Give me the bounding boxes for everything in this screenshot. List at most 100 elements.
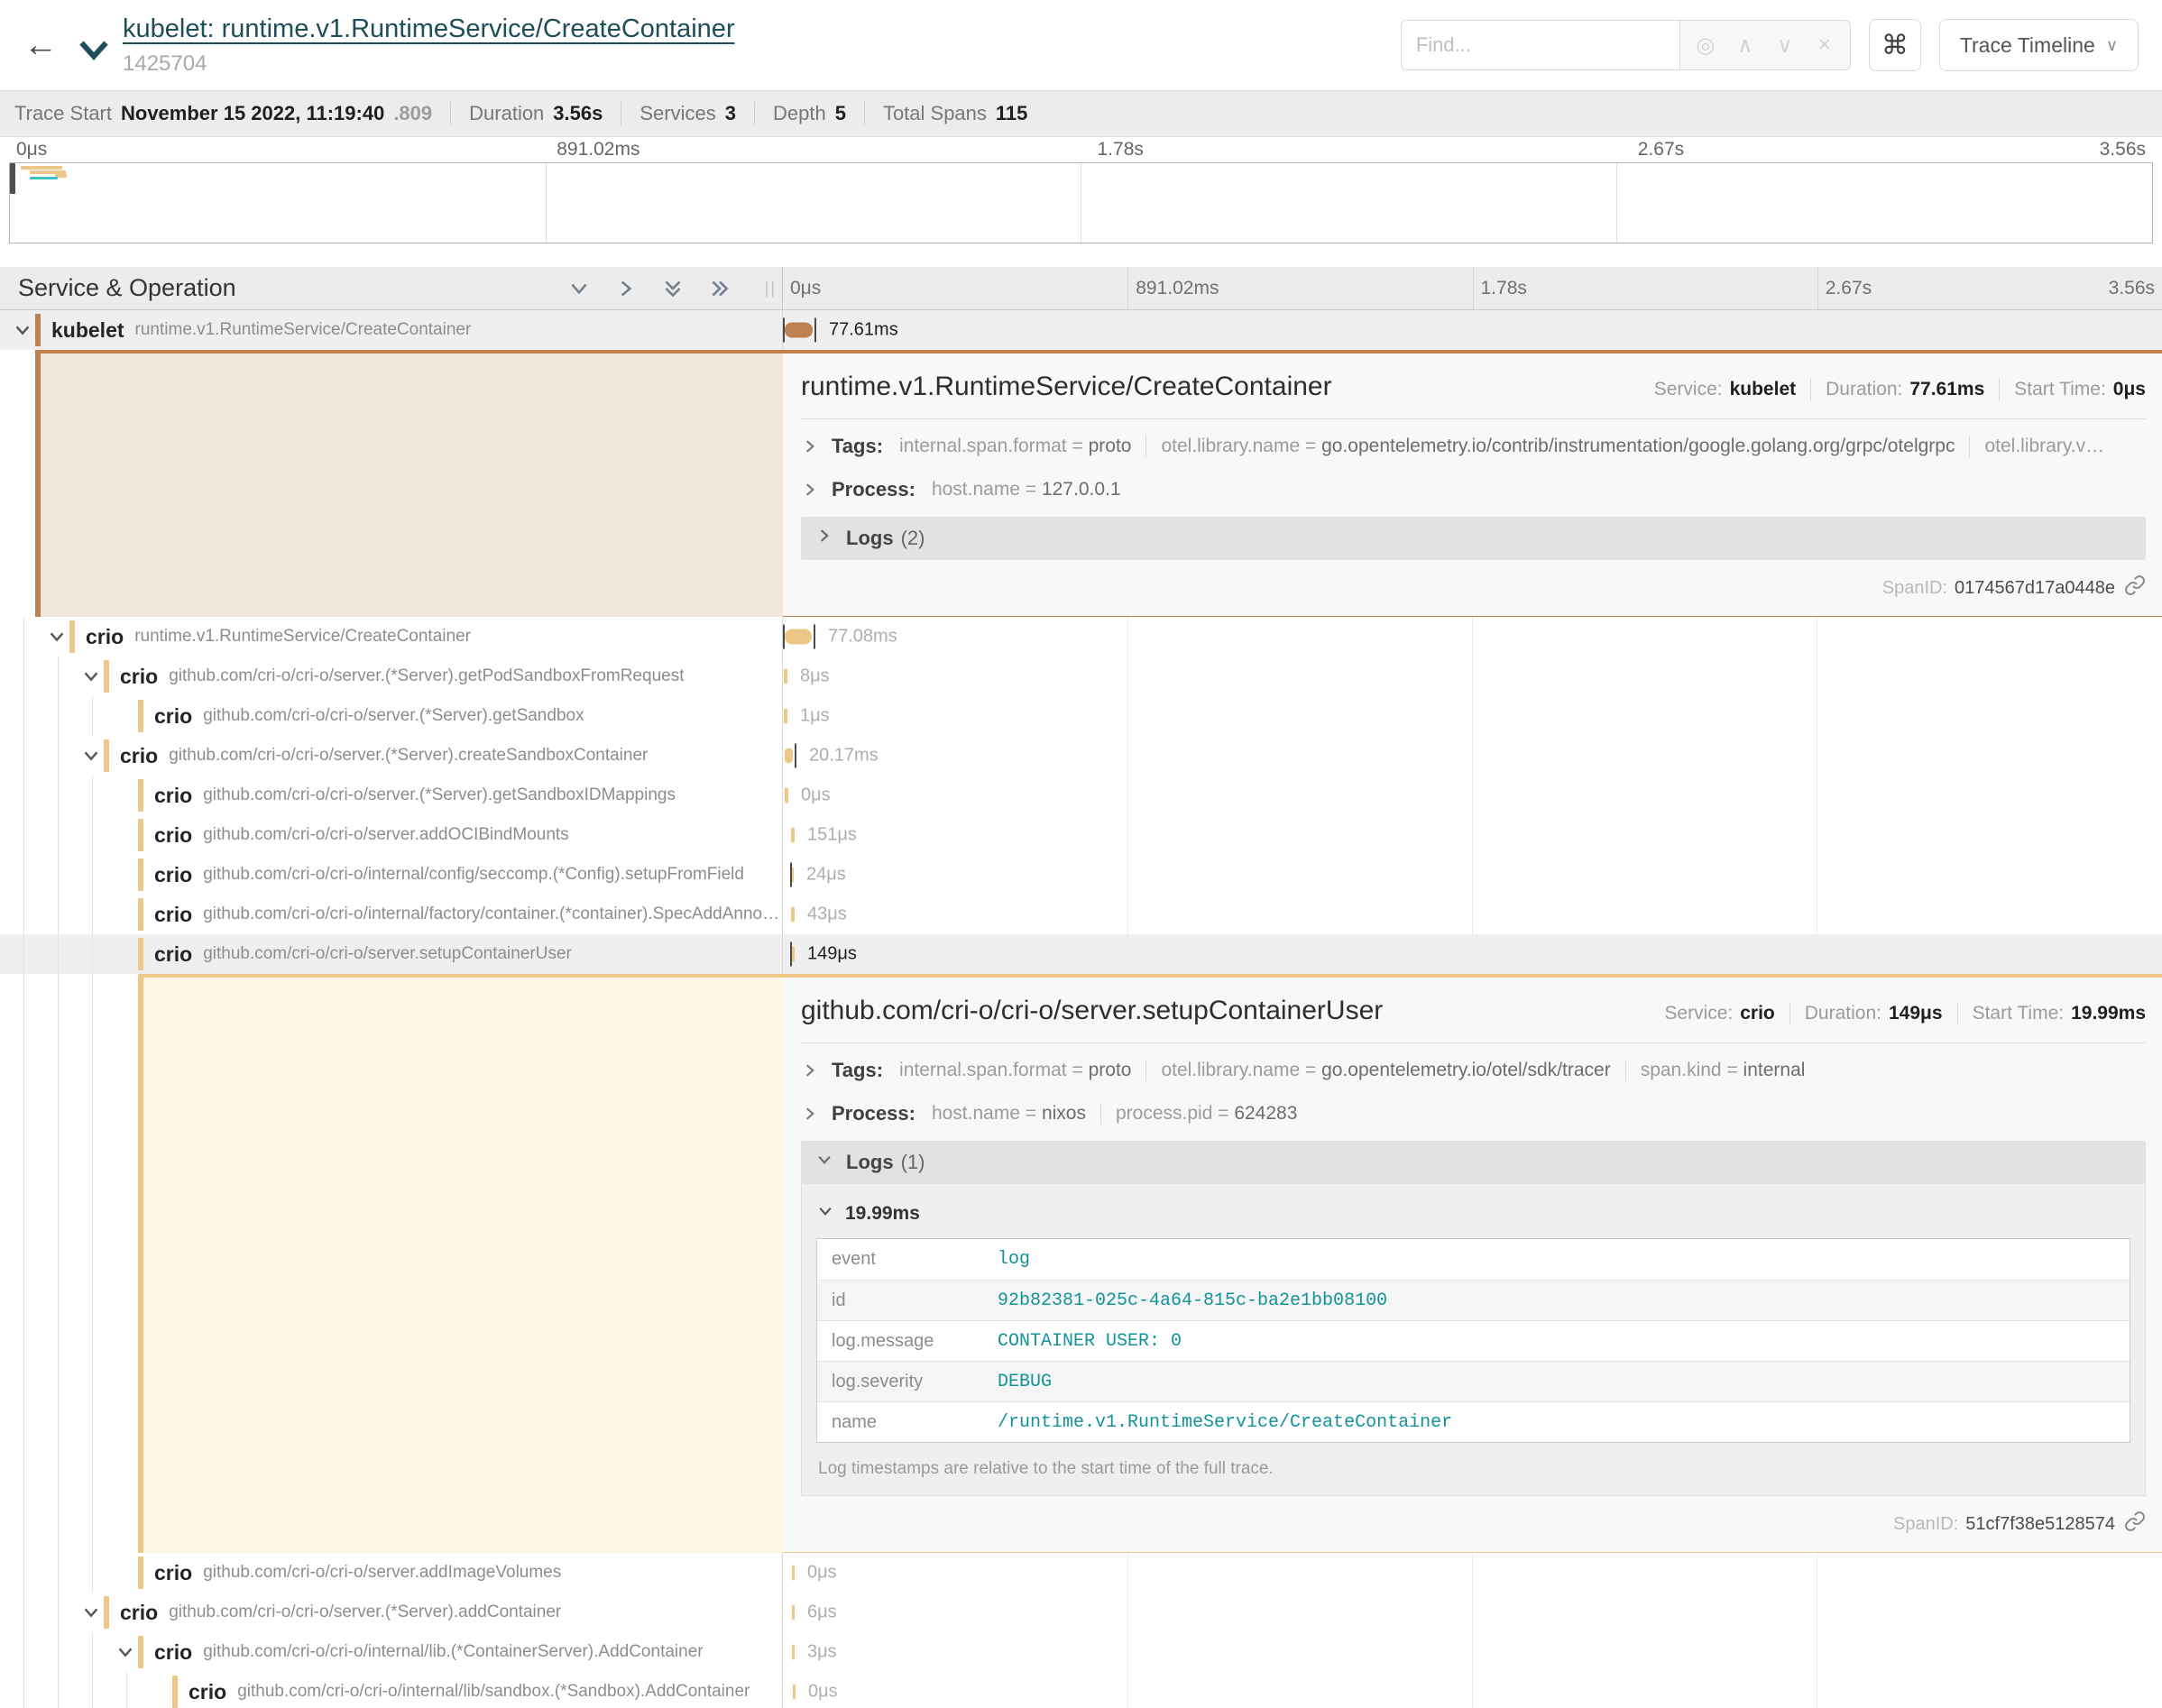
span-duration-bar[interactable] [784,709,787,724]
detail-operation-title: github.com/cri-o/cri-o/server.setupConta… [801,996,1664,1026]
collapse-all-button[interactable] [661,277,685,300]
span-timeline-cell[interactable]: 6μs [783,1593,2162,1632]
keyboard-shortcuts-button[interactable]: ⌘ [1869,19,1921,71]
span-timeline-cell[interactable]: 0μs [783,1553,2162,1593]
collapse-children-chevron-icon[interactable] [81,657,104,696]
column-resizer-handle[interactable]: || [765,279,777,298]
span-row[interactable]: criogithub.com/cri-o/cri-o/server.(*Serv… [0,776,2162,815]
span-name-cell: criogithub.com/cri-o/cri-o/internal/conf… [0,855,783,895]
span-row[interactable]: criogithub.com/cri-o/cri-o/internal/lib/… [0,1672,2162,1708]
log-entry-header[interactable]: 19.99ms [816,1202,2130,1226]
span-duration-bar[interactable] [785,748,793,764]
span-duration-bar[interactable] [785,323,813,338]
deep-link-icon[interactable] [2115,1511,2146,1538]
logs-body: 19.99mseventlogid92b82381-025c-4a64-815c… [801,1184,2146,1496]
span-row[interactable]: kubeletruntime.v1.RuntimeService/CreateC… [0,310,2162,350]
span-operation-name: github.com/cri-o/cri-o/server.(*Server).… [169,746,648,766]
span-row[interactable]: criogithub.com/cri-o/cri-o/internal/conf… [0,855,2162,895]
tag-pair: span.kind = internal [1641,1060,1806,1081]
span-row[interactable]: criogithub.com/cri-o/cri-o/internal/lib.… [0,1632,2162,1672]
span-id-label: SpanID: [1893,1514,1958,1535]
span-detail-panel: runtime.v1.RuntimeService/CreateContaine… [783,350,2162,617]
back-button[interactable]: ← [16,21,65,69]
tags-accordion[interactable]: Tags:internal.span.format = protootel.li… [801,1049,2146,1092]
span-duration-bar[interactable] [785,788,788,803]
process-accordion[interactable]: Process:host.name = nixosprocess.pid = 6… [801,1092,2146,1135]
collapse-children-chevron-icon[interactable] [115,1632,138,1672]
span-timeline-cell[interactable]: 0μs [783,1672,2162,1708]
collapse-children-chevron-icon[interactable] [13,310,35,350]
span-row[interactable]: criogithub.com/cri-o/cri-o/server.addIma… [0,1553,2162,1593]
span-id-value: 0174567d17a0448e [1955,578,2115,599]
span-duration-bar[interactable] [792,1566,795,1581]
span-id-value: 51cf7f38e5128574 [1965,1514,2115,1535]
span-timeline-cell[interactable]: 1μs [783,696,2162,736]
span-name-cell: criogithub.com/cri-o/cri-o/server.(*Serv… [0,736,783,776]
span-color-bar [138,1556,143,1589]
span-name-cell: kubeletruntime.v1.RuntimeService/CreateC… [0,310,783,350]
collapse-trace-chevron-icon[interactable] [78,39,110,65]
indent-guide [13,1672,47,1708]
span-duration-bar[interactable] [792,1645,795,1660]
trace-title-link[interactable]: kubelet: runtime.v1.RuntimeService/Creat… [123,14,735,43]
view-selector-button[interactable]: Trace Timeline ∨ [1939,19,2139,71]
minimap-span-bar [21,166,62,170]
span-timeline-cell[interactable]: 20.17ms [783,736,2162,776]
expand-all-button[interactable] [708,277,731,300]
span-duration-bar[interactable] [791,907,795,923]
span-timeline-cell[interactable]: 8μs [783,657,2162,696]
span-id-row: SpanID:0174567d17a0448e [801,574,2146,601]
clear-search-icon[interactable]: × [1805,32,1845,58]
expand-one-button[interactable] [614,277,638,300]
process-accordion[interactable]: Process:host.name = 127.0.0.1 [801,468,2146,511]
logs-accordion-header[interactable]: Logs(2) [801,517,2146,560]
chevron-slot [115,696,138,736]
span-row[interactable]: criogithub.com/cri-o/cri-o/server.(*Serv… [0,696,2162,736]
span-timeline-cell[interactable]: 24μs [783,855,2162,895]
tag-key: internal.span.format [899,1060,1067,1080]
chevron-down-icon: ∨ [2106,36,2118,55]
span-duration-bar[interactable] [784,669,787,684]
collapse-children-chevron-icon[interactable] [81,736,104,776]
span-row[interactable]: criogithub.com/cri-o/cri-o/internal/fact… [0,895,2162,934]
span-duration-bar[interactable] [785,629,812,645]
indent-guide [81,696,115,736]
collapse-children-chevron-icon[interactable] [47,617,69,657]
log-field-value: log [998,1249,1030,1270]
deep-link-icon[interactable] [2115,574,2146,601]
span-row[interactable]: criogithub.com/cri-o/cri-o/server.setupC… [0,934,2162,974]
span-row[interactable]: criogithub.com/cri-o/cri-o/server.(*Serv… [0,657,2162,696]
collapse-one-button[interactable] [567,277,591,300]
span-duration-label: 77.08ms [828,627,897,647]
next-result-icon[interactable]: ∨ [1765,32,1805,59]
section-label: Tags: [832,435,883,458]
span-timeline-cell[interactable]: 149μs [783,934,2162,974]
find-input[interactable] [1401,20,1680,70]
trace-minimap[interactable] [9,162,2153,243]
indent-guide [13,776,47,815]
collapse-children-chevron-icon[interactable] [81,1593,104,1632]
timeline-ruler: 0μs891.02ms1.78s2.67s3.56s [783,267,2162,309]
span-row[interactable]: crioruntime.v1.RuntimeService/CreateCont… [0,617,2162,657]
locate-icon[interactable]: ◎ [1686,32,1725,59]
span-row[interactable]: criogithub.com/cri-o/cri-o/server.(*Serv… [0,1593,2162,1632]
prev-result-icon[interactable]: ∧ [1725,32,1765,59]
span-row[interactable]: criogithub.com/cri-o/cri-o/server.addOCI… [0,815,2162,855]
span-color-bar [138,819,143,851]
span-timeline-cell[interactable]: 151μs [783,815,2162,855]
span-timeline-cell[interactable]: 0μs [783,776,2162,815]
logs-accordion-header[interactable]: Logs(1) [801,1141,2146,1184]
find-controls: ◎ ∧ ∨ × [1680,20,1851,70]
tags-accordion[interactable]: Tags:internal.span.format = protootel.li… [801,425,2146,468]
section-label: Process: [832,478,915,501]
minimap-viewport-scrubber[interactable] [10,163,15,194]
span-timeline-cell[interactable]: 77.08ms [783,617,2162,657]
span-duration-bar[interactable] [791,828,795,843]
span-duration-bar[interactable] [792,1605,795,1621]
span-duration-bar[interactable] [793,1685,796,1700]
span-timeline-cell[interactable]: 3μs [783,1632,2162,1672]
meta-value: crio [1740,1003,1775,1024]
span-timeline-cell[interactable]: 43μs [783,895,2162,934]
span-timeline-cell[interactable]: 77.61ms [783,310,2162,350]
span-row[interactable]: criogithub.com/cri-o/cri-o/server.(*Serv… [0,736,2162,776]
